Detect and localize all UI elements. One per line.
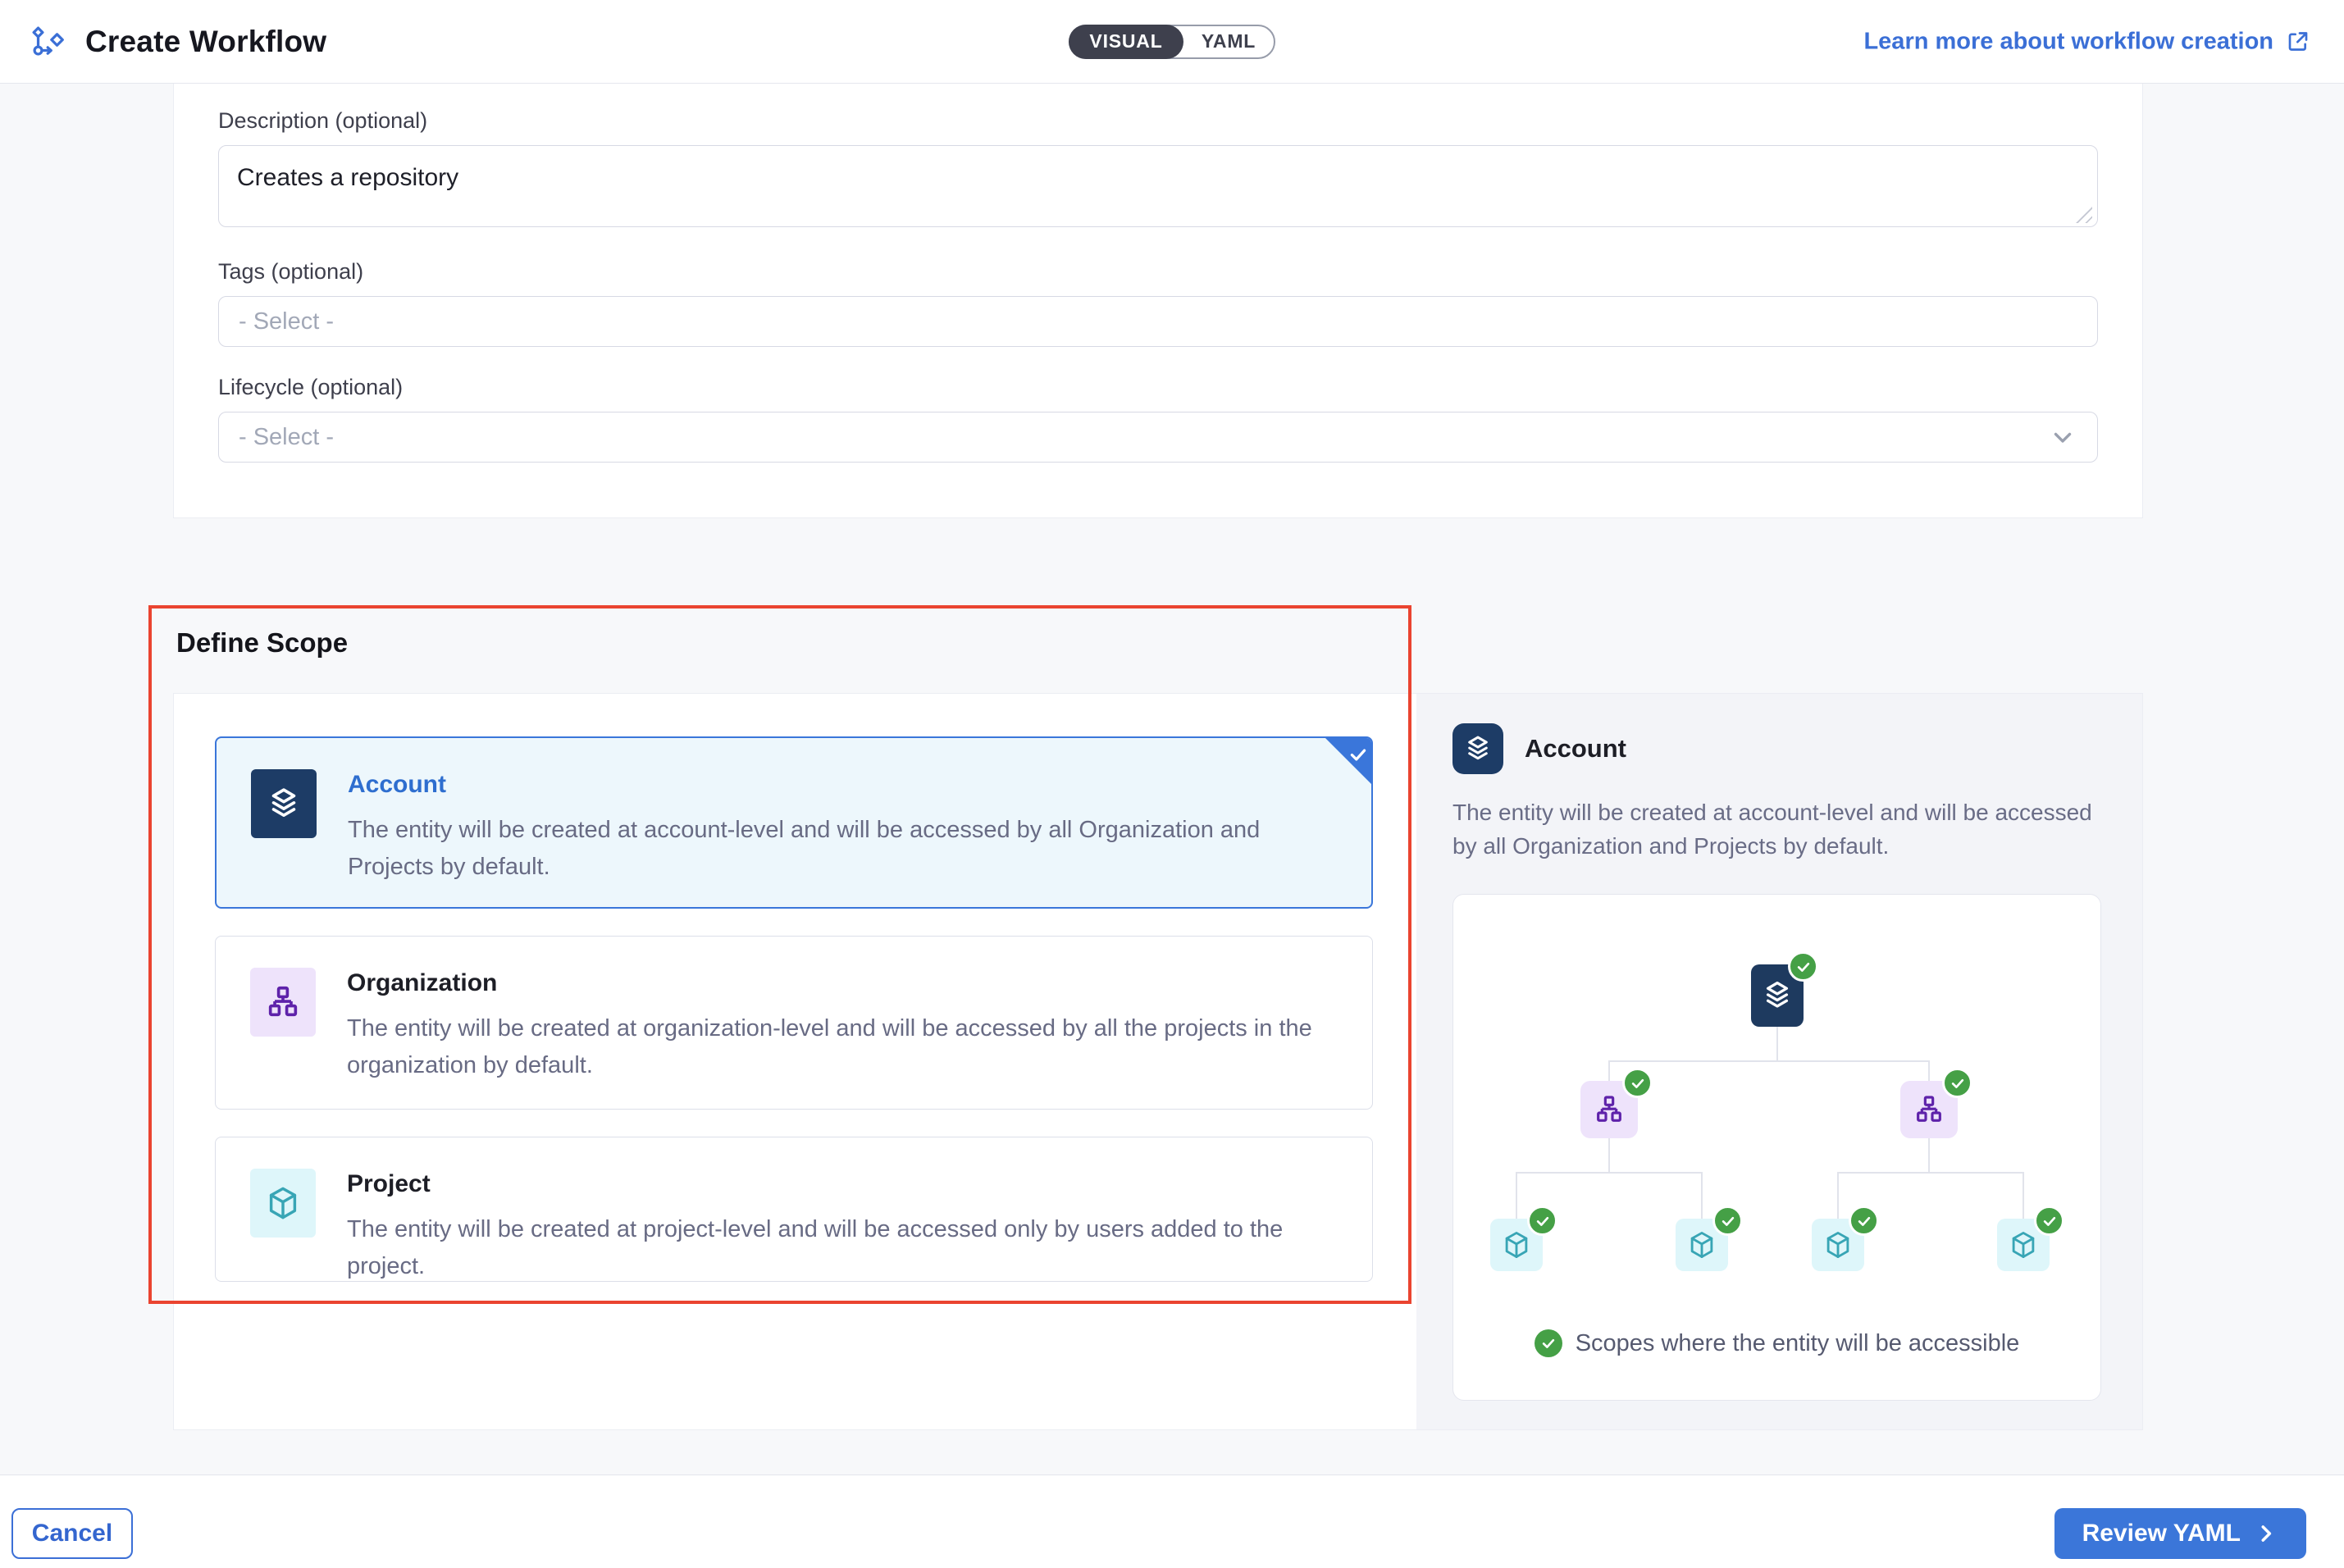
scope-preview-panel: Account The entity will be created at ac… [1416, 694, 2142, 1429]
tree-project-node [1812, 1219, 1864, 1271]
tree-legend: Scopes where the entity will be accessib… [1453, 1329, 2100, 1357]
preview-header: Account [1452, 723, 2106, 774]
org-chart-icon [264, 983, 302, 1021]
description-field-wrap: Creates a repository [218, 145, 2098, 231]
tree-project-node [1676, 1219, 1728, 1271]
preview-title: Account [1525, 734, 1626, 763]
check-badge-icon [1535, 1329, 1562, 1357]
header: Create Workflow VISUAL YAML Learn more a… [0, 0, 2344, 84]
tree-organization-node [1580, 1081, 1638, 1138]
organization-option-description: The entity will be created at organizati… [347, 1010, 1338, 1084]
external-link-icon [2285, 29, 2311, 55]
tree-connector [1776, 1027, 1778, 1060]
check-icon [1348, 744, 1369, 765]
tags-select[interactable] [218, 296, 2098, 347]
layers-icon [265, 785, 303, 823]
check-badge-icon [1942, 1068, 1972, 1098]
layers-icon [1462, 733, 1494, 764]
organization-option-title: Organization [347, 969, 1338, 997]
tree-connector [1837, 1172, 1839, 1219]
check-badge-icon [1527, 1206, 1557, 1236]
workflow-icon [30, 23, 67, 61]
chevron-right-icon [2254, 1521, 2278, 1546]
account-option-description: The entity will be created at account-le… [348, 812, 1337, 886]
tree-connector [1837, 1172, 2024, 1174]
tree-account-node [1751, 964, 1804, 1027]
scope-tree-diagram: Scopes where the entity will be accessib… [1453, 895, 2100, 1400]
lifecycle-select-wrap [218, 412, 2098, 463]
cube-icon [1501, 1229, 1532, 1260]
check-badge-icon [1849, 1206, 1879, 1236]
tree-connector [1608, 1138, 1610, 1172]
project-option-description: The entity will be created at project-le… [347, 1211, 1338, 1282]
visual-yaml-toggle: VISUAL YAML [1069, 25, 1275, 59]
description-textarea[interactable]: Creates a repository [218, 145, 2098, 227]
tree-connector [1701, 1172, 1703, 1219]
create-workflow-page: Create Workflow VISUAL YAML Learn more a… [0, 0, 2344, 1568]
org-chart-icon [1913, 1093, 1945, 1126]
cube-icon [1686, 1229, 1717, 1260]
preview-description: The entity will be created at account-le… [1452, 795, 2106, 863]
header-title-group: Create Workflow [0, 23, 326, 61]
tree-connector [1928, 1138, 1930, 1172]
tree-connector [2022, 1172, 2024, 1219]
tree-connector [1928, 1060, 1930, 1081]
lifecycle-select[interactable] [218, 412, 2098, 463]
layers-icon [1760, 978, 1794, 1013]
review-yaml-button[interactable]: Review YAML [2054, 1508, 2306, 1559]
check-badge-icon [1622, 1068, 1653, 1098]
check-badge-icon [2034, 1206, 2064, 1236]
scope-tree-card: Scopes where the entity will be accessib… [1452, 894, 2101, 1401]
learn-more-link[interactable]: Learn more about workflow creation [1863, 28, 2311, 55]
cancel-button[interactable]: Cancel [11, 1508, 133, 1559]
tree-legend-label: Scopes where the entity will be accessib… [1576, 1330, 2020, 1357]
lifecycle-label: Lifecycle (optional) [218, 375, 2098, 400]
review-yaml-label: Review YAML [2082, 1520, 2241, 1547]
organization-option-body: Organization The entity will be created … [347, 968, 1338, 1078]
tree-connector [1516, 1172, 1517, 1219]
org-chart-icon [1593, 1093, 1626, 1126]
learn-more-label: Learn more about workflow creation [1863, 28, 2273, 55]
define-scope-heading: Define Scope [176, 627, 348, 659]
selected-corner-badge [1325, 737, 1372, 785]
scope-options-list: Account The entity will be created at ac… [174, 694, 1416, 1429]
tree-connector [1608, 1060, 1610, 1081]
cube-icon [264, 1184, 302, 1222]
cube-icon [2008, 1229, 2039, 1260]
project-option-body: Project The entity will be created at pr… [347, 1169, 1338, 1250]
organization-tile [250, 968, 316, 1037]
footer: Cancel Review YAML [0, 1475, 2344, 1568]
project-option-title: Project [347, 1170, 1338, 1198]
define-scope-card: Account The entity will be created at ac… [173, 693, 2143, 1430]
account-option-title: Account [348, 771, 1337, 799]
tree-project-node [1997, 1219, 2050, 1271]
toggle-yaml[interactable]: YAML [1183, 25, 1274, 59]
check-badge-icon [1788, 951, 1818, 982]
account-preview-tile [1452, 723, 1503, 774]
tree-connector [1608, 1060, 1930, 1062]
scope-option-project[interactable]: Project The entity will be created at pr… [215, 1137, 1373, 1282]
tree-project-node [1490, 1219, 1543, 1271]
project-tile [250, 1169, 316, 1238]
tags-label: Tags (optional) [218, 259, 2098, 285]
toggle-visual[interactable]: VISUAL [1069, 25, 1183, 59]
tree-organization-node [1900, 1081, 1958, 1138]
workflow-details-form: Description (optional) Creates a reposit… [173, 84, 2143, 518]
check-badge-icon [1712, 1206, 1743, 1236]
page-title: Create Workflow [85, 25, 326, 59]
scope-option-organization[interactable]: Organization The entity will be created … [215, 936, 1373, 1110]
scope-option-account[interactable]: Account The entity will be created at ac… [215, 736, 1373, 909]
account-tile [251, 769, 317, 838]
tree-connector [1516, 1172, 1703, 1174]
cube-icon [1822, 1229, 1854, 1260]
description-label: Description (optional) [218, 108, 2098, 134]
account-option-body: Account The entity will be created at ac… [348, 769, 1337, 876]
